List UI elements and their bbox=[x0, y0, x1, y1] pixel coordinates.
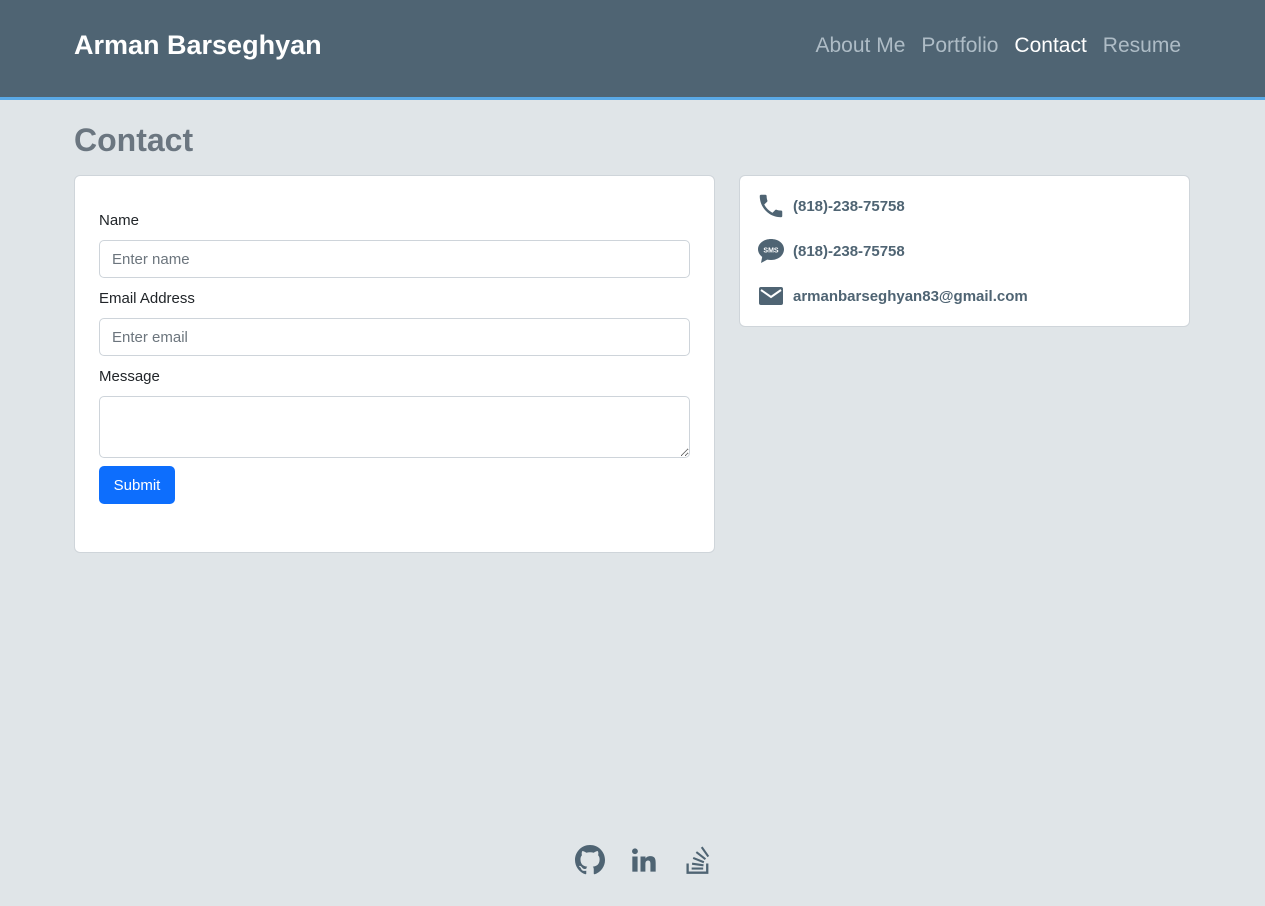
phone-icon bbox=[755, 190, 787, 222]
email-text[interactable]: armanbarseghyan83@gmail.com bbox=[793, 288, 1028, 305]
sms-text[interactable]: (818)-238-75758 bbox=[793, 243, 905, 260]
sms-icon: SMS bbox=[755, 235, 787, 267]
submit-button[interactable]: Submit bbox=[99, 466, 175, 504]
nav-link-about-me[interactable]: About Me bbox=[815, 34, 905, 58]
email-row: armanbarseghyan83@gmail.com bbox=[755, 280, 1028, 312]
sms-row: SMS (818)-238-75758 bbox=[755, 235, 905, 267]
nav-links: About Me Portfolio Contact Resume bbox=[815, 34, 1181, 58]
page-title: Contact bbox=[74, 122, 194, 158]
email-input[interactable] bbox=[99, 318, 690, 356]
nav-link-contact[interactable]: Contact bbox=[1014, 34, 1086, 58]
linkedin-icon[interactable] bbox=[628, 843, 660, 877]
message-textarea[interactable] bbox=[99, 396, 690, 458]
contact-form-card: Name Email Address Message Submit bbox=[74, 175, 715, 553]
stackoverflow-icon[interactable] bbox=[682, 843, 714, 877]
github-icon[interactable] bbox=[574, 843, 606, 877]
nav-link-resume[interactable]: Resume bbox=[1103, 34, 1181, 58]
nav-link-portfolio[interactable]: Portfolio bbox=[921, 34, 998, 58]
svg-text:SMS: SMS bbox=[763, 248, 779, 255]
message-label: Message bbox=[99, 368, 160, 385]
social-links bbox=[574, 843, 714, 877]
name-label: Name bbox=[99, 212, 140, 229]
navbar: Arman Barseghyan About Me Portfolio Cont… bbox=[0, 0, 1265, 100]
envelope-icon bbox=[755, 280, 787, 312]
phone-row: (818)-238-75758 bbox=[755, 190, 905, 222]
contact-info-card: (818)-238-75758 SMS (818)-238-75758 arma… bbox=[739, 175, 1190, 327]
email-label: Email Address bbox=[99, 290, 195, 307]
phone-text[interactable]: (818)-238-75758 bbox=[793, 198, 905, 215]
name-input[interactable] bbox=[99, 240, 690, 278]
brand-link[interactable]: Arman Barseghyan bbox=[74, 30, 322, 61]
